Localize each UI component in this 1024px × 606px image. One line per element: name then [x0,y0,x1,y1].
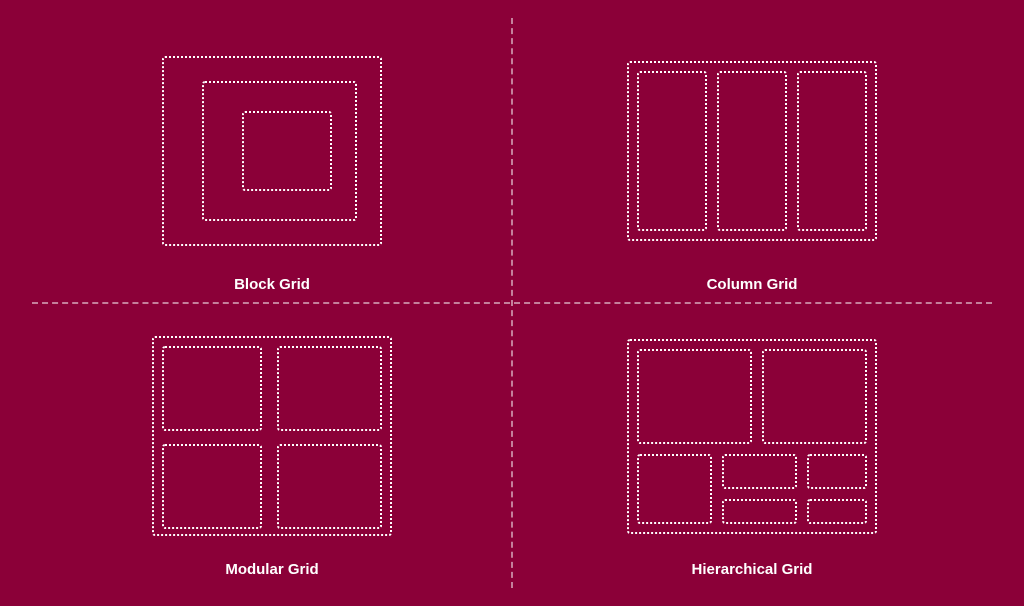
col-left-box [637,71,707,231]
mod-bl-box [162,444,262,529]
hier-br2-box [807,499,867,524]
block-grid-label: Block Grid [234,276,310,293]
column-grid-diagram [542,38,962,264]
mod-br-box [277,444,382,529]
hierarchical-grid-cell: Hierarchical Grid [512,303,992,588]
modular-grid-diagram [62,323,482,549]
block-grid-wrapper [162,56,382,246]
block-inner-box [242,111,332,191]
block-grid-cell: Block Grid [32,18,512,303]
block-grid-diagram [62,38,482,264]
col-right-box [797,71,867,231]
hierarchical-grid-diagram [542,323,962,549]
hier-tr-box [762,349,867,444]
main-container: Block Grid Column Grid Modular Grid [32,18,992,588]
col-mid-box [717,71,787,231]
hier-bm-box [722,454,797,489]
hierarchical-grid-label: Hierarchical Grid [692,561,813,578]
hier-bl-box [637,454,712,524]
mod-tl-box [162,346,262,431]
modular-grid-wrapper [152,336,392,536]
column-grid-label: Column Grid [707,276,798,293]
hier-br-box [807,454,867,489]
hier-bm2-box [722,499,797,524]
column-grid-cell: Column Grid [512,18,992,303]
modular-grid-cell: Modular Grid [32,303,512,588]
mod-tr-box [277,346,382,431]
hier-grid-wrapper [627,339,877,534]
modular-grid-label: Modular Grid [225,561,318,578]
hier-tl-box [637,349,752,444]
column-grid-wrapper [627,61,877,241]
